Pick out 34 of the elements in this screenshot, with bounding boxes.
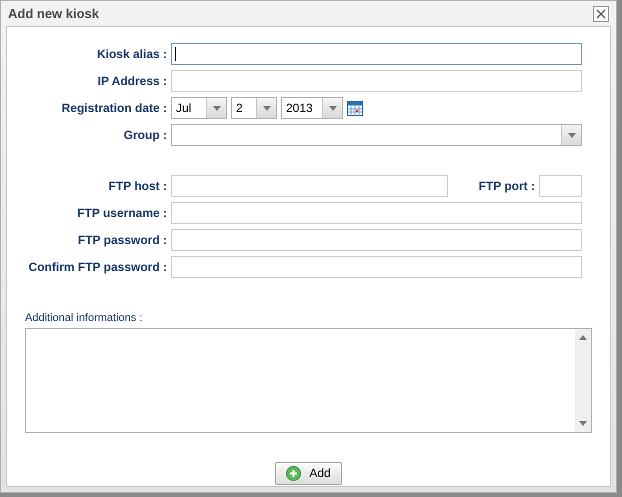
close-button[interactable] [593,6,609,22]
field-label: FTP password : [76,232,168,249]
field-label: Kiosk alias : [96,46,168,63]
field-label: IP Address : [96,73,168,90]
field-label: Registration date : [60,100,168,117]
dropdown-caret-icon [328,106,336,110]
text-field[interactable] [171,229,582,251]
dropdown-caret-icon [568,132,576,138]
month-dropdown[interactable]: Jul [171,97,227,119]
scrollbar[interactable] [575,328,591,432]
field-label: FTP host : [108,178,168,195]
calendar-icon[interactable] [347,100,363,116]
text-field[interactable] [171,175,448,197]
text-field[interactable] [171,202,582,224]
scroll-down-icon[interactable] [579,420,587,426]
group-dropdown[interactable] [171,124,582,146]
field-label: FTP port : [478,178,536,195]
add-button[interactable]: Add [275,462,342,484]
window-title: Add new kiosk [8,4,100,23]
dropdown-caret-icon [212,106,220,110]
field-label: Confirm FTP password : [28,259,168,276]
scroll-up-icon[interactable] [579,334,587,340]
year-dropdown[interactable]: 2013 [281,97,343,119]
day-dropdown[interactable]: 2 [231,97,277,119]
plus-circle-icon [286,466,302,480]
port-field[interactable] [539,175,582,197]
field-label: Group : [122,127,168,144]
text-field[interactable] [171,43,582,65]
text-field[interactable] [171,70,582,92]
close-icon [596,8,606,18]
field-label: FTP username : [76,205,168,222]
notes-label: Additional informations : [25,311,144,326]
dropdown-caret-icon [262,106,270,110]
text-field[interactable] [171,256,582,278]
